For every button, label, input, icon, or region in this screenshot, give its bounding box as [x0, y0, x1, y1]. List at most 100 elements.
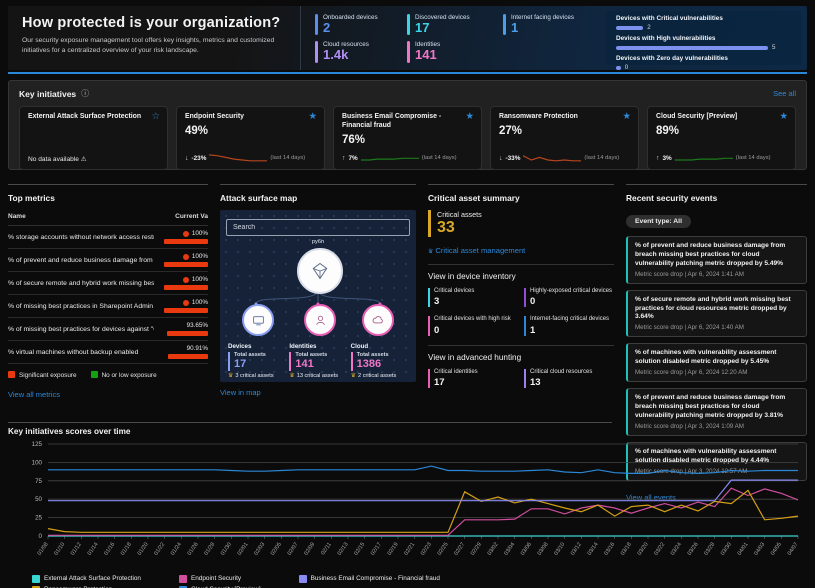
total-assets-value: 17: [234, 358, 285, 371]
svg-text:01/08: 01/08: [37, 542, 50, 557]
svg-text:02/25: 02/25: [437, 542, 450, 557]
table-row[interactable]: % storage accounts without network acces…: [8, 226, 208, 249]
legend-item: External Attack Surface Protection: [32, 573, 141, 584]
asset-group-name: Devices: [228, 343, 285, 350]
trend-period: (last 14 days): [584, 155, 619, 161]
favorite-star-icon[interactable]: ★: [779, 111, 788, 122]
exposure-management-dashboard: How protected is your organization? Our …: [0, 0, 815, 588]
info-icon[interactable]: ⓘ: [81, 88, 89, 99]
svg-text:02/29: 02/29: [470, 542, 483, 557]
green-swatch: [91, 371, 98, 378]
view-in-map-link[interactable]: View in map: [220, 388, 261, 397]
identities-node[interactable]: [304, 304, 336, 336]
vulnerability-bar: [616, 66, 621, 70]
table-row[interactable]: % of missing best practices in Sharepoin…: [8, 295, 208, 318]
critical-stat: Critical devices3: [428, 288, 518, 308]
trend-sparkline: [209, 153, 267, 163]
crown-icon: ♛: [428, 249, 433, 255]
vulnerability-bar: [616, 46, 768, 50]
crown-icon: ♛: [228, 373, 233, 379]
trend-period: (last 14 days): [422, 155, 457, 161]
legend-label: Significant exposure: [19, 372, 77, 379]
banner-stat: Onboarded devices2: [315, 14, 399, 35]
exposure-bar: [164, 285, 208, 290]
favorite-star-icon[interactable]: ★: [308, 111, 317, 122]
page-subtitle: Our security exposure management tool of…: [22, 36, 290, 56]
view-all-metrics-link[interactable]: View all metrics: [8, 390, 60, 399]
metrics-table: % storage accounts without network acces…: [8, 226, 208, 364]
crown-icon: ♛: [289, 373, 294, 379]
critical-assets-label: ♛13 critical assets: [289, 372, 346, 379]
favorite-star-icon[interactable]: ★: [622, 111, 631, 122]
svg-text:03/04: 03/04: [503, 542, 516, 557]
attack-surface-map-section: Attack surface map py6n: [220, 184, 416, 400]
metrics-table-header: Name Current Va: [8, 210, 208, 226]
svg-text:02/19: 02/19: [387, 542, 400, 557]
svg-text:02/13: 02/13: [337, 542, 350, 557]
banner-stats: Onboarded devices2Discovered devices17In…: [300, 6, 600, 70]
inventory-heading: View in device inventory: [428, 272, 614, 281]
critical-assets-stat: Critical assets 33: [428, 210, 614, 237]
exposure-bar: [168, 354, 208, 359]
see-all-link[interactable]: See all: [773, 89, 796, 98]
initiative-card[interactable]: Ransomware Protection★27%↓-33%(last 14 d…: [490, 106, 639, 170]
event-card[interactable]: % of machines with vulnerability assessm…: [626, 343, 807, 382]
favorite-star-icon[interactable]: ★: [465, 111, 474, 122]
vulnerability-label: Devices with High vulnerabilities: [616, 35, 791, 42]
event-meta: Metric score drop | Apr 6, 2024 1:41 AM: [635, 271, 799, 278]
table-row[interactable]: % of secure remote and hybrid work missi…: [8, 272, 208, 295]
divider: [428, 345, 614, 346]
svg-text:01/30: 01/30: [220, 542, 233, 557]
banner-stat: Internet facing devices1: [503, 14, 611, 35]
devices-node[interactable]: [242, 304, 274, 336]
divider: [8, 422, 612, 423]
col-name: Name: [8, 213, 26, 220]
event-type-filter-chip[interactable]: Event type: All: [626, 215, 691, 228]
critical-asset-management-link[interactable]: ♛Critical asset management: [428, 246, 614, 255]
score-change: -33%: [506, 155, 521, 162]
person-icon: [314, 314, 327, 327]
event-card[interactable]: % of prevent and reduce business damage …: [626, 236, 807, 284]
metric-value: 100%: [192, 253, 208, 260]
initiative-card[interactable]: Business Email Compromise - Financial fr…: [333, 106, 482, 170]
svg-text:03/18: 03/18: [620, 542, 633, 557]
initiative-name: Ransomware Protection: [499, 113, 630, 122]
initiative-card[interactable]: Cloud Security [Preview]★89%↑3%(last 14 …: [647, 106, 796, 170]
initiative-score: 76%: [342, 134, 473, 146]
vulnerability-value: 0: [625, 64, 628, 71]
stat-value: 2: [323, 21, 378, 35]
trend-period: (last 14 days): [736, 155, 771, 161]
favorite-star-icon[interactable]: ☆: [151, 111, 160, 122]
vulnerability-label: Devices with Zero day vulnerabilities: [616, 55, 791, 62]
svg-text:03/24: 03/24: [670, 542, 683, 557]
table-row[interactable]: % of missing best practices for devices …: [8, 318, 208, 341]
map-search-input[interactable]: [226, 219, 410, 236]
event-card[interactable]: % of secure remote and hybrid work missi…: [626, 290, 807, 338]
device-icon: [252, 314, 265, 327]
svg-text:25: 25: [35, 515, 42, 522]
svg-text:03/28: 03/28: [703, 542, 716, 557]
legend-significant: Significant exposure: [8, 371, 77, 379]
initiative-card[interactable]: Endpoint Security★49%↓-23%(last 14 days): [176, 106, 325, 170]
vulnerability-stat: Devices with High vulnerabilities5: [616, 35, 791, 51]
legend-low: No or low exposure: [91, 371, 157, 379]
svg-text:50: 50: [35, 496, 42, 503]
tenant-node[interactable]: [297, 248, 343, 294]
exposure-bar: [164, 262, 208, 267]
critical-stat-value: 17: [434, 377, 518, 388]
table-row[interactable]: % virtual machines without backup enable…: [8, 341, 208, 364]
svg-text:01/20: 01/20: [137, 542, 150, 557]
svg-text:01/12: 01/12: [70, 542, 83, 557]
vulnerability-bar: [616, 26, 643, 30]
metric-value: 90.91%: [187, 345, 208, 352]
cloud-node[interactable]: [362, 304, 394, 336]
svg-text:02/15: 02/15: [353, 542, 366, 557]
svg-text:03/16: 03/16: [603, 542, 616, 557]
attack-map-title: Attack surface map: [220, 193, 416, 203]
initiative-card[interactable]: External Attack Surface Protection☆No da…: [19, 106, 168, 170]
table-row[interactable]: % of prevent and reduce business damage …: [8, 249, 208, 272]
legend-item: Business Email Compromise - Financial fr…: [299, 573, 440, 584]
svg-text:03/10: 03/10: [553, 542, 566, 557]
svg-text:01/10: 01/10: [53, 542, 66, 557]
critical-stat-value: 0: [530, 296, 614, 307]
